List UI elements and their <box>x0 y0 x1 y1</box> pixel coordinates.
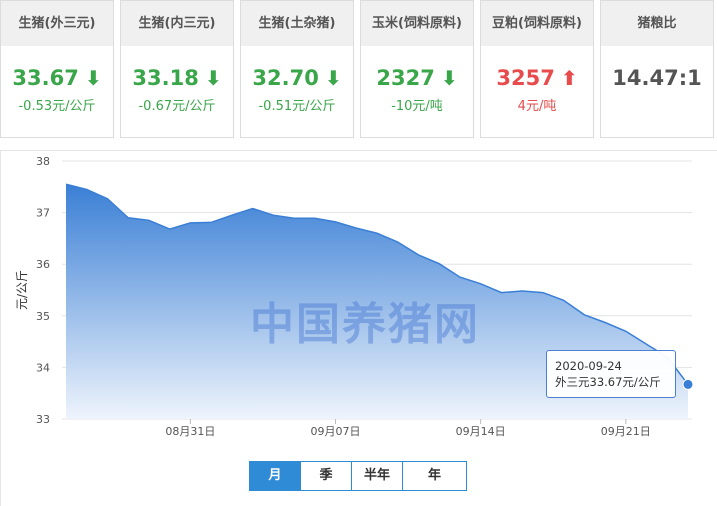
card-title: 猪粮比 <box>601 1 713 46</box>
tab-year[interactable]: 年 <box>403 462 466 490</box>
card-title: 生猪(外三元) <box>1 1 113 46</box>
down-arrow-icon: ⬇ <box>324 66 342 90</box>
range-tabs: 月 季 半年 年 <box>249 461 467 491</box>
price-cards: 生猪(外三元) 33.67 ⬇ -0.53元/公斤 生猪(内三元) 33.18 ⬇ … <box>0 0 717 140</box>
y-tick-label: 34 <box>36 361 50 374</box>
card-value-row: 2327 ⬇ <box>361 64 473 92</box>
card-change: -10元/吨 <box>391 99 443 114</box>
card-value-row: 3257 ⬆ <box>481 64 593 92</box>
card-value: 14.47:1 <box>612 66 702 90</box>
card-title: 玉米(饲料原料) <box>361 1 473 46</box>
tooltip-value: 外三元33.67元/公斤 <box>555 375 661 389</box>
y-tick-label: 36 <box>36 258 50 271</box>
card-value-row: 32.70 ⬇ <box>241 64 353 92</box>
card-value: 2327 <box>376 66 435 90</box>
card-value-row: 14.47:1 <box>601 64 713 92</box>
y-tick-label: 38 <box>36 155 50 168</box>
card-value: 33.67 <box>12 66 79 90</box>
down-arrow-icon: ⬇ <box>84 66 102 90</box>
card-value: 3257 <box>496 66 555 90</box>
x-tick-label: 09月14日 <box>456 425 506 438</box>
card-change <box>601 98 713 116</box>
last-point-marker[interactable] <box>682 378 694 390</box>
y-axis-label: 元/公斤 <box>15 270 29 310</box>
card-title: 豆粕(饲料原料) <box>481 1 593 46</box>
y-tick-label: 35 <box>36 310 50 323</box>
price-card[interactable]: 豆粕(饲料原料) 3257 ⬆ 4元/吨 <box>480 0 594 138</box>
x-tick-label: 08月31日 <box>165 425 215 438</box>
tab-month[interactable]: 月 <box>250 462 301 490</box>
card-change: -0.67元/公斤 <box>138 99 216 114</box>
watermark: 中国养猪网 <box>250 299 480 350</box>
card-value-row: 33.67 ⬇ <box>1 64 113 92</box>
x-tick-label: 09月21日 <box>601 425 651 438</box>
card-change: -0.51元/公斤 <box>258 99 336 114</box>
card-value: 32.70 <box>252 66 319 90</box>
price-card[interactable]: 生猪(内三元) 33.18 ⬇ -0.67元/公斤 <box>120 0 234 138</box>
y-axis-ticks: 33 34 35 36 37 38 <box>36 155 50 426</box>
y-tick-label: 33 <box>36 413 50 426</box>
down-arrow-icon: ⬇ <box>204 66 222 90</box>
tab-quarter[interactable]: 季 <box>301 462 352 490</box>
down-arrow-icon: ⬇ <box>440 66 458 90</box>
card-value: 33.18 <box>132 66 199 90</box>
price-card[interactable]: 生猪(外三元) 33.67 ⬇ -0.53元/公斤 <box>0 0 114 138</box>
x-axis-ticks: 08月31日 09月07日 09月14日 09月21日 <box>165 419 651 438</box>
price-card[interactable]: 猪粮比 14.47:1 <box>600 0 714 138</box>
card-title: 生猪(内三元) <box>121 1 233 46</box>
price-card[interactable]: 生猪(土杂猪) 32.70 ⬇ -0.51元/公斤 <box>240 0 354 138</box>
up-arrow-icon: ⬆ <box>560 66 578 90</box>
price-card[interactable]: 玉米(饲料原料) 2327 ⬇ -10元/吨 <box>360 0 474 138</box>
y-tick-label: 37 <box>36 207 50 220</box>
card-change: -0.53元/公斤 <box>18 99 96 114</box>
x-tick-label: 09月07日 <box>311 425 361 438</box>
card-title: 生猪(土杂猪) <box>241 1 353 46</box>
tab-half-year[interactable]: 半年 <box>352 462 403 490</box>
card-change: 4元/吨 <box>517 99 557 114</box>
tooltip-date: 2020-09-24 <box>555 359 622 373</box>
card-value-row: 33.18 ⬇ <box>121 64 233 92</box>
chart-tooltip: 2020-09-24 外三元33.67元/公斤 <box>546 350 676 398</box>
